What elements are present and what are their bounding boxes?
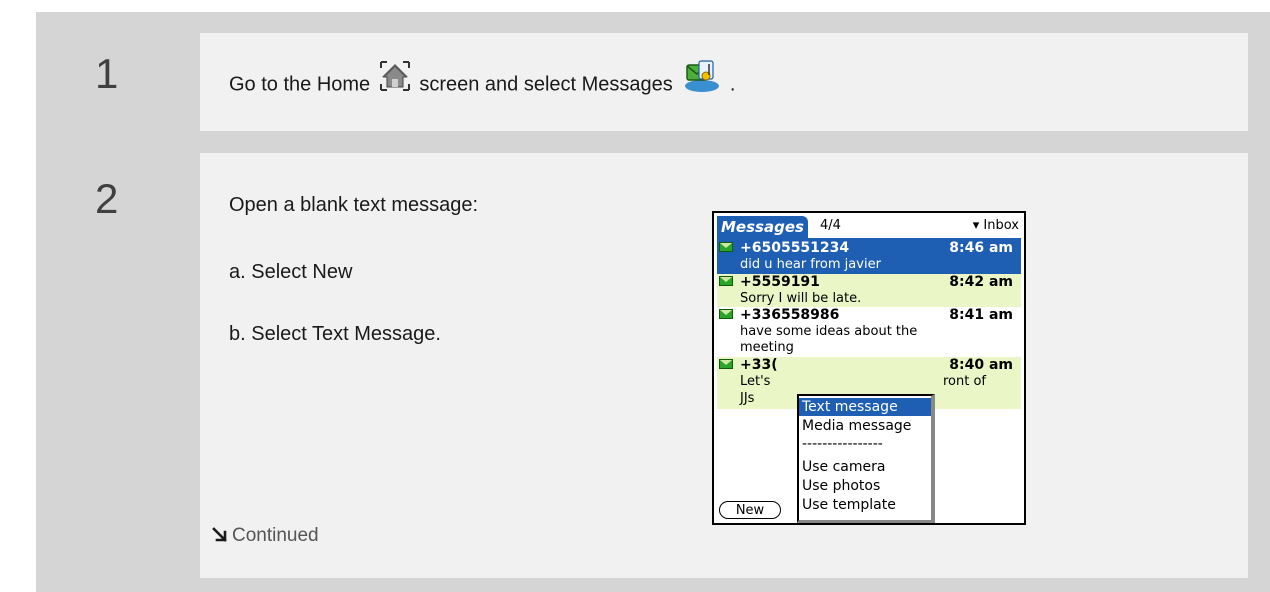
message-preview: did u hear from javier	[740, 257, 881, 272]
message-sender: +5559191	[740, 274, 820, 290]
new-button[interactable]: New	[719, 501, 781, 519]
step-2-sub-a: a. Select New	[229, 261, 353, 283]
unread-envelope-icon	[719, 276, 733, 286]
message-time: 8:42 am	[949, 274, 1013, 290]
message-preview: meeting	[740, 340, 794, 355]
message-preview: have some ideas about the	[740, 324, 918, 339]
menu-item-use-photos[interactable]: Use photos	[802, 477, 880, 495]
app-title[interactable]: Messages	[717, 216, 808, 238]
step-2: 2	[36, 153, 1248, 578]
menu-item-media-message[interactable]: Media message	[802, 417, 911, 435]
messages-app: Messages 4/4 ▾ Inbox +6505551234 8:46 am…	[717, 216, 1021, 523]
message-row[interactable]: +6505551234 8:46 am did u hear from javi…	[717, 240, 1021, 274]
message-preview: Sorry I will be late.	[740, 291, 862, 306]
menu-separator: ----------------	[802, 436, 883, 452]
step-number-column: 2	[36, 153, 200, 578]
envelope-icon	[719, 309, 733, 319]
menu-item-use-camera[interactable]: Use camera	[802, 458, 885, 476]
step-2-intro: Open a blank text message:	[229, 194, 479, 216]
unread-envelope-icon	[719, 242, 733, 252]
menu-item-use-template[interactable]: Use template	[802, 496, 896, 514]
step-number: 1	[95, 50, 119, 97]
step-2-sub-b: b. Select Text Message.	[229, 323, 441, 345]
palm-screen: Messages 4/4 ▾ Inbox +6505551234 8:46 am…	[712, 211, 1026, 525]
continued-arrow-icon	[212, 527, 228, 548]
new-message-menu: Text message Media message -------------…	[797, 394, 935, 523]
message-count: 4/4	[820, 218, 841, 233]
message-row[interactable]: +5559191 8:42 am Sorry I will be late.	[717, 274, 1021, 307]
message-sender: +33(	[740, 357, 778, 373]
messages-app-icon	[682, 59, 720, 99]
message-time: 8:41 am	[949, 307, 1013, 323]
step-number: 2	[95, 175, 119, 222]
message-preview: JJs	[740, 391, 755, 406]
step-number-column: 1	[36, 33, 200, 131]
menu-item-text-message[interactable]: Text message	[799, 398, 931, 416]
message-preview: Let's	[740, 374, 771, 389]
step-1-instruction: Go to the Home screen and select Message…	[229, 60, 736, 105]
message-sender: +6505551234	[740, 240, 850, 256]
continued-link[interactable]: Continued	[232, 525, 319, 547]
folder-picker[interactable]: ▾ Inbox	[973, 218, 1019, 233]
instruction-text-before: Go to the Home	[229, 73, 371, 96]
title-bar: Messages 4/4 ▾ Inbox	[717, 216, 1021, 240]
message-preview-tail: ront of	[943, 374, 987, 389]
instruction-text-after: screen and select Messages	[419, 73, 673, 96]
message-time: 8:40 am	[949, 357, 1013, 373]
message-time: 8:46 am	[949, 240, 1013, 256]
message-sender: +336558986	[740, 307, 840, 323]
instruction-period: .	[729, 73, 736, 96]
home-icon	[378, 59, 412, 99]
message-row[interactable]: +336558986 8:41 am have some ideas about…	[717, 307, 1021, 357]
unread-envelope-icon	[719, 359, 733, 369]
